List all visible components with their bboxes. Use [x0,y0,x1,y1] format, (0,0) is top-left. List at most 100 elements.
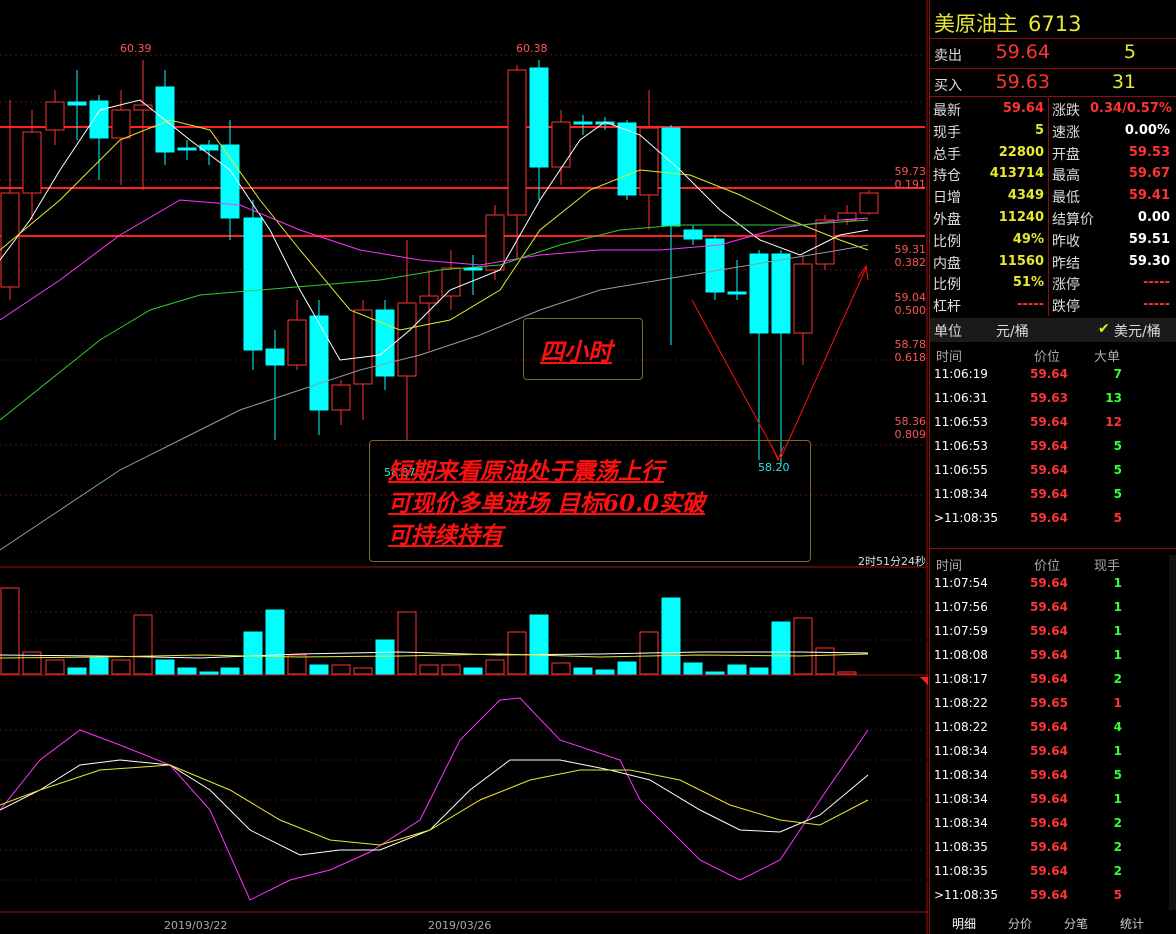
candle-body [463,267,483,271]
stat-value-left: 49% [1012,231,1044,247]
oscillator-k [0,697,869,901]
annotation-small-text: 四小时 [540,337,612,366]
list-item[interactable]: 11:08:34 59.64 1 [930,741,1168,763]
big-header-price: 价位 [1034,350,1061,365]
volume-bar [375,639,395,675]
volume-bar [353,667,373,675]
item-qty: 5 [1113,463,1122,477]
item-qty: 5 [1113,487,1122,501]
list-item[interactable]: 11:07:54 59.64 1 [930,573,1168,595]
list-item[interactable]: 11:08:34 59.64 5 [930,484,1168,506]
list-item[interactable]: 11:08:22 59.64 4 [930,717,1168,739]
volume-bar [617,661,637,675]
stat-row: 杠杆 ----- 跌停 ----- [930,294,1176,315]
volume-bar [529,614,549,675]
list-item[interactable]: 11:08:34 59.64 2 [930,813,1168,835]
list-item[interactable]: 11:08:08 59.64 1 [930,645,1168,667]
unit-option-usd[interactable]: 美元/桶 [1114,321,1161,341]
item-qty: 1 [1113,576,1122,590]
item-time: 11:06:55 [934,463,988,477]
volume-bar [419,664,439,675]
list-item[interactable]: >11:08:35 59.64 5 [930,508,1168,530]
arrow-up-head [857,264,869,281]
candle-body [287,319,307,366]
item-time: 11:08:17 [934,672,988,686]
list-item[interactable]: 11:08:17 59.64 2 [930,669,1168,691]
item-time: 11:08:35 [934,840,988,854]
candle-body [177,147,197,151]
stat-value-left: ----- [1017,297,1044,313]
tick-header-qty: 现手 [1094,559,1121,574]
list-item[interactable]: >11:08:35 59.64 5 [930,885,1168,907]
stat-label-left: 内盘 [933,255,961,272]
stat-label-right: 结算价 [1052,212,1094,228]
fib-level-label: 58.78 0.618 [880,338,927,364]
stat-label-left: 杠杆 [933,299,961,316]
volume-bar [705,671,725,675]
stat-value-right: 59.41 [1128,188,1170,204]
list-item[interactable]: 11:08:35 59.64 2 [930,861,1168,883]
tab-tick-breakdown[interactable]: 分笔 [1064,915,1088,932]
buy-row: 买入 59.63 31 [930,71,1176,95]
volume-bar [111,659,131,675]
item-price: 59.64 [1030,367,1068,381]
item-qty: 1 [1113,600,1122,614]
item-time: 11:08:34 [934,768,988,782]
candle-body [551,121,571,168]
stat-label-left: 外盘 [933,212,961,228]
fib-level-label: 58.36 0.809 [880,415,927,441]
volume-bar [441,664,461,675]
candle-body [507,69,527,216]
stat-label-left: 比例 [933,277,961,294]
tab-detail[interactable]: 明细 [952,915,976,932]
stat-value-right: 59.30 [1128,253,1170,269]
candle-body [375,309,395,377]
item-price: 59.64 [1030,487,1068,501]
stat-value-right: 0.00 [1137,210,1170,225]
quote-panel: 美原油主 6713 卖出 59.64 5 买入 59.63 31 最新 59.64 涨… [929,0,1176,934]
candle-body [22,131,42,194]
list-item[interactable]: 11:06:31 59.63 13 [930,388,1168,410]
volume-bar [507,631,527,675]
panel-tabs: 明细 分价 分笔 统计 [930,912,1176,934]
ma-line-white [0,99,869,361]
tab-price-breakdown[interactable]: 分价 [1008,915,1032,932]
fib-ratio: 0.191 [894,178,927,191]
unit-option-yuan[interactable]: 元/桶 [996,321,1029,341]
list-item[interactable]: 11:08:35 59.64 2 [930,837,1168,859]
list-item[interactable]: 11:06:53 59.64 5 [930,436,1168,458]
list-item[interactable]: 11:07:59 59.64 1 [930,621,1168,643]
big-header-time: 时间 [936,350,963,365]
tab-statistics[interactable]: 统计 [1120,915,1144,932]
candle-body [639,127,659,196]
stat-row: 比例 49% 昨收 59.51 [930,229,1176,250]
item-time: >11:08:35 [934,888,998,902]
list-item[interactable]: 11:06:55 59.64 5 [930,460,1168,482]
annotation-line-1: 短期来看原油处于震荡上行 [388,458,664,485]
volume-bar [309,664,329,675]
list-item[interactable]: 11:08:34 59.64 5 [930,765,1168,787]
candle-body [529,67,549,168]
sell-label: 卖出 [934,48,962,64]
volume-bar [573,667,593,675]
stat-value-left: 4349 [1007,188,1044,204]
volume-bar [661,597,681,675]
list-item[interactable]: 11:06:19 59.64 7 [930,364,1168,386]
list-item[interactable]: 11:07:56 59.64 1 [930,597,1168,619]
candle-body [793,263,813,334]
list-item[interactable]: 11:08:34 59.64 1 [930,789,1168,811]
list-item[interactable]: 11:08:22 59.65 1 [930,693,1168,715]
pane-marker [920,677,928,685]
volume-bar [793,617,813,675]
candle-body [661,127,681,227]
item-qty: 5 [1113,439,1122,453]
ticks-scrollbar[interactable] [1169,555,1176,910]
item-price: 59.64 [1030,888,1068,902]
annotation-line-3: 可持续持有 [388,522,503,549]
stat-value-left: 5 [1034,122,1044,138]
item-time: 11:06:53 [934,415,988,429]
ma-line-green [0,219,869,421]
list-item[interactable]: 11:06:53 59.64 12 [930,412,1168,434]
item-time: 11:08:22 [934,696,988,710]
volume-bar [133,614,153,675]
